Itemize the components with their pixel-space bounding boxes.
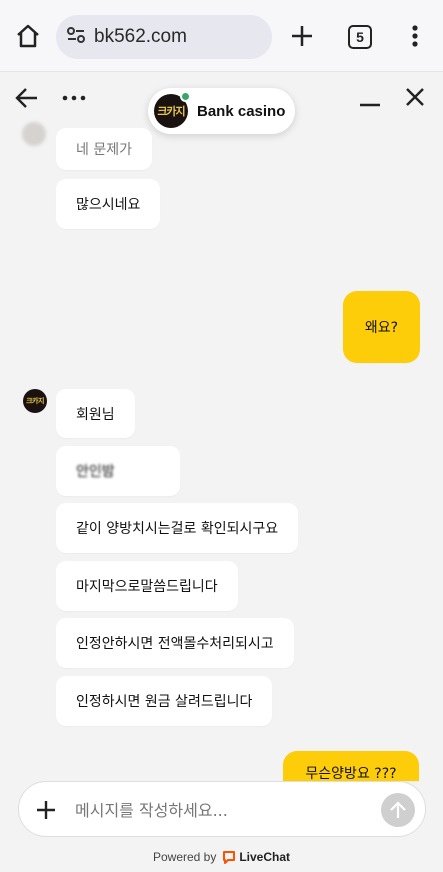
message-text: 왜요?: [364, 320, 399, 336]
url-text[interactable]: bk562.com: [94, 26, 187, 48]
message-text: 회원님: [76, 406, 115, 423]
address-bar[interactable]: bk562.com: [56, 15, 272, 59]
site-settings-icon[interactable]: [66, 25, 86, 49]
more-options-icon[interactable]: [60, 88, 90, 108]
message-text: 같이 양방치시는걸로 확인되시구요: [76, 521, 279, 537]
livechat-logo-icon: [223, 851, 236, 864]
agent-avatar-faded: [22, 122, 46, 146]
livechat-brand: LiveChat: [239, 850, 291, 864]
kebab-menu-icon[interactable]: [404, 22, 426, 50]
message-text: 네 문제가: [76, 142, 132, 158]
message-bubble: 네 문제가: [56, 128, 152, 170]
message-composer: [18, 781, 426, 837]
powered-by-footer[interactable]: Powered by LiveChat: [0, 846, 443, 868]
tab-switcher-button[interactable]: 5: [348, 25, 372, 49]
new-tab-icon[interactable]: [288, 22, 316, 50]
message-bubble: 마지막으로말씀드립니다: [56, 561, 238, 611]
add-attachment-icon[interactable]: [33, 797, 59, 823]
agent-logo-text: 크카지: [26, 397, 44, 405]
user-message-bubble: 왜요?: [343, 291, 420, 363]
message-text: 마지막으로말씀드립니다: [76, 579, 218, 595]
online-status-dot: [180, 91, 191, 102]
send-button[interactable]: [381, 793, 415, 827]
message-text: 인정안하시면 전액몰수처리되시고: [76, 636, 274, 652]
tab-count: 5: [356, 29, 364, 45]
message-bubble: 인정안하시면 전액몰수처리되시고: [56, 618, 294, 668]
minimize-icon[interactable]: [358, 90, 382, 114]
message-bubble: 인정하시면 원금 살려드립니다: [56, 676, 273, 726]
message-text: 안인밤: [76, 464, 115, 480]
back-arrow-icon[interactable]: [14, 86, 40, 110]
chat-header: 크카지 Bank casino: [0, 72, 443, 134]
message-text: 많으시네요: [76, 197, 141, 213]
user-message-bubble: 무슨양방요 ???: [283, 751, 419, 782]
message-bubble: 회원님: [56, 389, 135, 438]
agent-name: Bank casino: [197, 102, 286, 120]
agent-logo-text: 크카지: [157, 105, 185, 118]
message-text: 무슨양방요 ???: [305, 766, 397, 782]
home-icon[interactable]: [14, 22, 42, 50]
close-icon[interactable]: [404, 86, 426, 108]
message-bubble: 같이 양방치시는걸로 확인되시구요: [56, 503, 299, 553]
browser-toolbar: bk562.com 5: [0, 0, 443, 72]
arrow-up-icon: [390, 801, 406, 818]
agent-avatar: 크카지: [154, 91, 191, 128]
message-text: 인정하시면 원금 살려드립니다: [76, 694, 253, 710]
agent-avatar-small: 크카지: [23, 389, 47, 413]
message-input[interactable]: [75, 792, 375, 828]
message-bubble: 안인밤: [56, 446, 180, 496]
powered-by-label: Powered by: [152, 850, 217, 864]
agent-info[interactable]: 크카지 Bank casino: [148, 88, 295, 134]
message-bubble: 많으시네요: [56, 179, 161, 229]
